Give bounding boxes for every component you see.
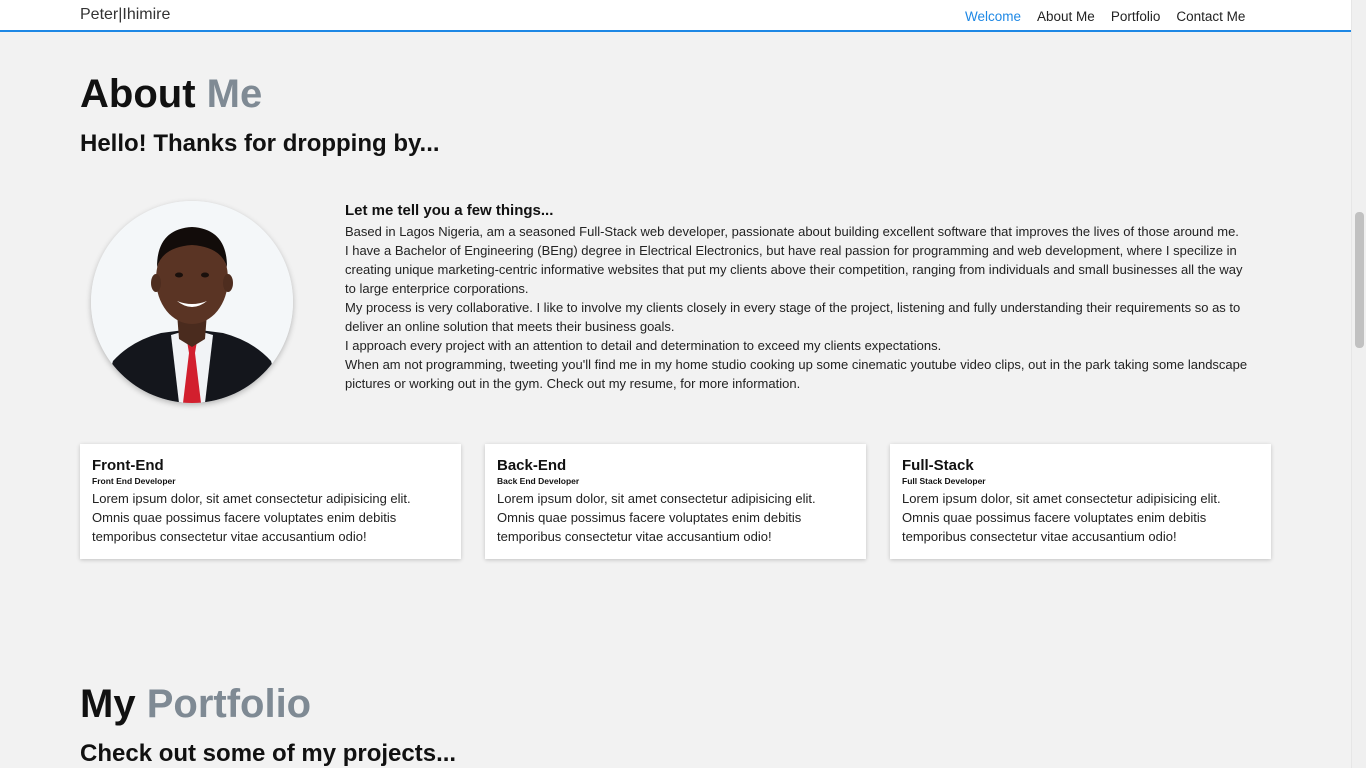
bio-paragraph: My process is very collaborative. I like… (345, 300, 1241, 334)
card-full-stack: Full-Stack Full Stack Developer Lorem ip… (890, 444, 1271, 559)
bio-paragraph: Based in Lagos Nigeria, am a seasoned Fu… (345, 224, 1239, 239)
nav-link-portfolio[interactable]: Portfolio (1103, 8, 1169, 25)
portfolio-subtitle: Check out some of my projects... (80, 740, 457, 767)
page: Peter|Ihimire Welcome About Me Portfolio… (0, 0, 1366, 768)
profile-photo (91, 201, 293, 403)
card-text: Lorem ipsum dolor, sit amet consectetur … (92, 491, 411, 544)
nav-link-contact-me[interactable]: Contact Me (1168, 8, 1253, 25)
bio-paragraph: When am not programming, tweeting you'll… (345, 357, 1248, 391)
about-title-main: About (80, 72, 196, 116)
page-scrollbar[interactable] (1351, 0, 1366, 768)
nav-link-about-me[interactable]: About Me (1029, 8, 1103, 25)
card-subtitle: Back End Developer (497, 476, 580, 486)
card-subtitle: Front End Developer (92, 476, 176, 486)
portfolio-title-main: My (80, 682, 136, 726)
card-title: Full-Stack (902, 457, 974, 474)
card-back-end: Back-End Back End Developer Lorem ipsum … (485, 444, 866, 559)
bio-paragraph: I approach every project with an attenti… (345, 338, 942, 353)
about-title: About Me (80, 72, 262, 117)
portfolio-title-accent: Portfolio (146, 682, 312, 726)
nav-links: Welcome About Me Portfolio Contact Me (957, 8, 1253, 25)
bio-paragraph: I have a Bachelor of Engineering (BEng) … (345, 243, 1243, 296)
nav-link-welcome[interactable]: Welcome (957, 8, 1029, 25)
about-title-accent: Me (206, 72, 263, 116)
brand-link[interactable]: Peter|Ihimire (80, 6, 170, 24)
card-text: Lorem ipsum dolor, sit amet consectetur … (902, 491, 1221, 544)
bio: Let me tell you a few things... Based in… (345, 202, 1250, 393)
profile-photo-icon (91, 201, 293, 403)
about-subtitle: Hello! Thanks for dropping by... (80, 130, 440, 157)
card-title: Back-End (497, 457, 567, 474)
bio-heading: Let me tell you a few things... (345, 202, 554, 219)
card-title: Front-End (92, 457, 164, 474)
card-front-end: Front-End Front End Developer Lorem ipsu… (80, 444, 461, 559)
card-subtitle: Full Stack Developer (902, 476, 986, 486)
scrollbar-thumb[interactable] (1355, 212, 1364, 348)
card-text: Lorem ipsum dolor, sit amet consectetur … (497, 491, 816, 544)
navbar: Peter|Ihimire Welcome About Me Portfolio… (0, 0, 1351, 32)
portfolio-title: My Portfolio (80, 682, 311, 727)
